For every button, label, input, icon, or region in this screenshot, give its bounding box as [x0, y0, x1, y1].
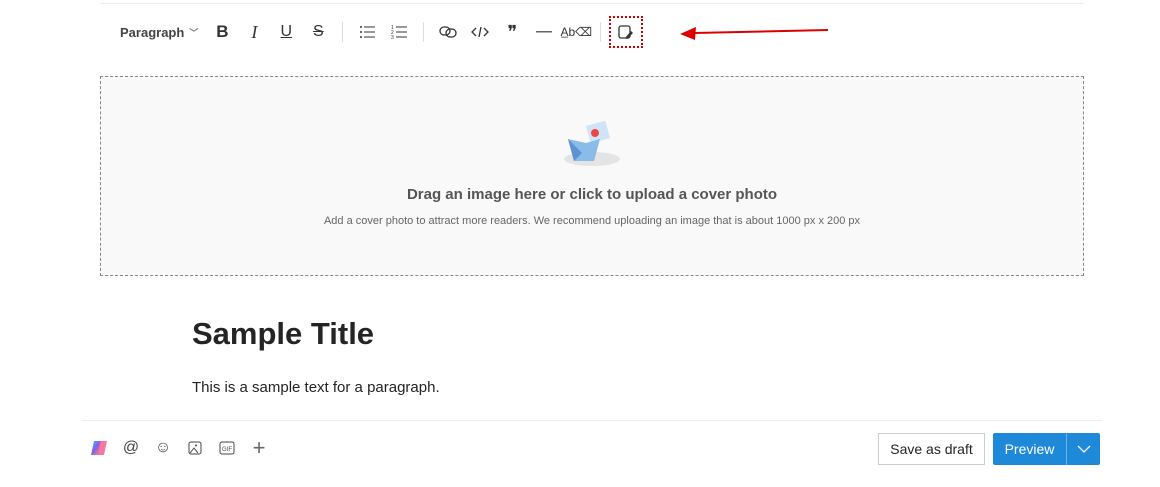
- divider: [600, 22, 602, 42]
- bullet-list-button[interactable]: [351, 20, 383, 44]
- horizontal-rule-icon: [536, 31, 553, 33]
- article-paragraph[interactable]: This is a sample text for a paragraph.: [192, 379, 440, 396]
- bold-button[interactable]: B: [206, 20, 238, 44]
- edit-panel-button[interactable]: [609, 16, 644, 48]
- document-edit-icon: [618, 25, 634, 39]
- strikethrough-button[interactable]: S: [302, 20, 334, 44]
- divider: [100, 3, 1084, 4]
- italic-button[interactable]: I: [238, 20, 270, 44]
- clear-formatting-button[interactable]: A̲b⌫: [560, 20, 593, 44]
- preview-split-button: Preview: [993, 433, 1100, 465]
- chevron-down-icon: [1077, 445, 1090, 453]
- gif-icon[interactable]: GIF: [218, 439, 236, 457]
- image-icon[interactable]: [186, 439, 204, 457]
- mention-icon[interactable]: @: [122, 439, 140, 457]
- paragraph-style-dropdown[interactable]: Paragraph ﹀: [112, 20, 206, 44]
- code-icon: [471, 26, 490, 38]
- divider: [342, 22, 344, 42]
- underline-button[interactable]: U: [270, 20, 302, 44]
- divider: [82, 420, 1102, 421]
- numbered-list-button[interactable]: 123: [383, 20, 415, 44]
- copilot-icon[interactable]: [90, 439, 108, 457]
- cover-photo-upload[interactable]: Drag an image here or click to upload a …: [100, 76, 1084, 276]
- clear-format-icon: A̲b⌫: [560, 25, 593, 39]
- link-icon: [439, 26, 457, 38]
- upload-illustration-icon: [564, 120, 620, 166]
- annotation-arrow-icon: [680, 27, 829, 40]
- formatting-toolbar: Paragraph ﹀ B I U S 123 ❞ A̲b⌫: [112, 16, 644, 48]
- code-button[interactable]: [464, 20, 496, 44]
- cover-heading: Drag an image here or click to upload a …: [406, 186, 778, 203]
- bullet-list-icon: [360, 26, 376, 38]
- chevron-down-icon: ﹀: [189, 27, 199, 38]
- svg-text:3: 3: [391, 35, 394, 40]
- numbered-list-icon: 123: [391, 25, 408, 40]
- paragraph-label: Paragraph: [120, 24, 185, 40]
- quote-button[interactable]: ❞: [496, 20, 528, 44]
- preview-options-button[interactable]: [1067, 433, 1100, 465]
- divider: [423, 22, 425, 42]
- plus-icon[interactable]: +: [250, 435, 268, 460]
- compose-actions: @ ☺ GIF +: [90, 435, 268, 460]
- cover-hint: Add a cover photo to attract more reader…: [323, 215, 861, 227]
- emoji-icon[interactable]: ☺: [154, 439, 172, 457]
- svg-text:GIF: GIF: [222, 447, 232, 453]
- article-title[interactable]: Sample Title: [192, 316, 374, 352]
- horizontal-rule-button[interactable]: [528, 20, 560, 44]
- save-draft-button[interactable]: Save as draft: [878, 433, 985, 465]
- preview-button[interactable]: Preview: [993, 433, 1067, 465]
- link-button[interactable]: [432, 20, 464, 44]
